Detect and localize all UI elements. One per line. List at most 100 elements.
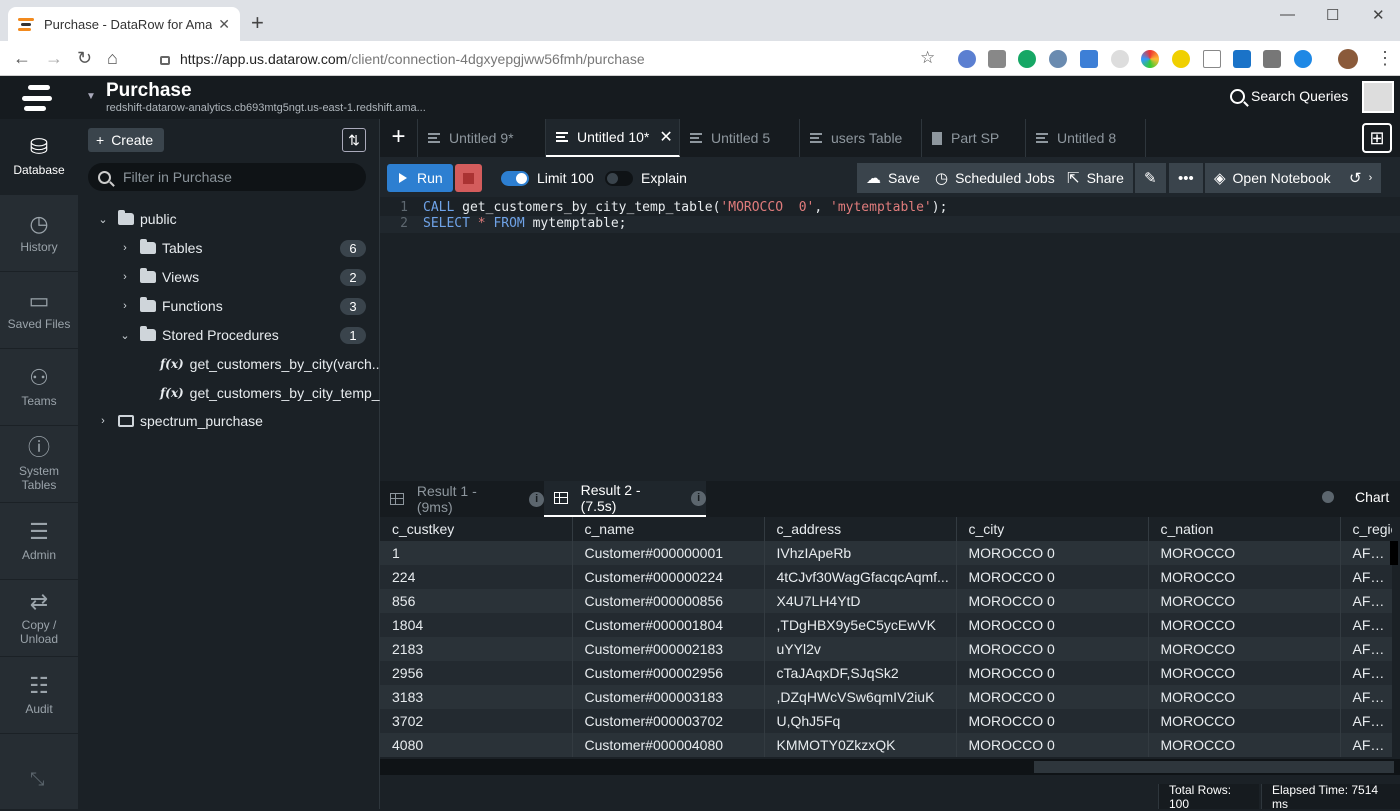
table-cell[interactable]: AFRICA bbox=[1340, 541, 1392, 565]
window-close-icon[interactable]: ✕ bbox=[1372, 6, 1385, 24]
connection-title[interactable]: Purchase bbox=[106, 80, 192, 102]
rail-item-saved-files[interactable]: ▭ Saved Files bbox=[0, 273, 78, 349]
info-icon[interactable]: i bbox=[529, 492, 544, 507]
chart-button[interactable]: Chart bbox=[1355, 489, 1389, 505]
format-wand-button[interactable]: ✎ bbox=[1135, 163, 1167, 193]
collapse-icon[interactable]: ⤡ bbox=[30, 769, 44, 790]
extension-icon[interactable] bbox=[958, 50, 976, 68]
table-cell[interactable]: AFRICA bbox=[1340, 637, 1392, 661]
table-cell[interactable]: MOROCCO 0 bbox=[956, 541, 1148, 565]
table-cell[interactable]: AFRICA bbox=[1340, 709, 1392, 733]
extension-icon[interactable] bbox=[988, 50, 1006, 68]
table-row[interactable]: 2956Customer#000002956cTaJAqxDF,SJqSk2MO… bbox=[380, 661, 1392, 685]
rail-item-teams[interactable]: ⚇ Teams bbox=[0, 350, 78, 426]
scheduled-jobs-button[interactable]: ◷ Scheduled Jobs bbox=[926, 163, 1065, 193]
datarow-logo[interactable] bbox=[22, 85, 56, 111]
home-icon[interactable]: ⌂ bbox=[107, 48, 118, 68]
rail-item-audit[interactable]: ☷ Audit bbox=[0, 658, 78, 734]
bookmark-star-icon[interactable]: ☆ bbox=[920, 48, 935, 68]
table-row[interactable]: 1804Customer#000001804,TDgHBX9y5eC5ycEwV… bbox=[380, 613, 1392, 637]
table-cell[interactable]: MOROCCO bbox=[1148, 613, 1340, 637]
rail-item-admin[interactable]: ☰ Admin bbox=[0, 504, 78, 580]
browser-menu-icon[interactable]: ⋮ bbox=[1376, 48, 1394, 69]
share-button[interactable]: ⇱ Share bbox=[1058, 163, 1134, 193]
table-row[interactable]: 3702Customer#000003702U,QhJ5FqMOROCCO 0M… bbox=[380, 709, 1392, 733]
table-cell[interactable]: AFRICA bbox=[1340, 565, 1392, 589]
table-cell[interactable]: X4U7LH4YtD bbox=[764, 589, 956, 613]
extension-icon[interactable] bbox=[1111, 50, 1129, 68]
table-cell[interactable]: 856 bbox=[380, 589, 572, 613]
run-button[interactable]: Run bbox=[387, 164, 453, 192]
color-picker-icon[interactable] bbox=[1141, 50, 1159, 68]
table-cell[interactable]: Customer#000000001 bbox=[572, 541, 764, 565]
table-cell[interactable]: 224 bbox=[380, 565, 572, 589]
tree-procedure[interactable]: f(x) get_customers_by_city(varch... bbox=[160, 352, 383, 376]
extension-icon[interactable] bbox=[1172, 50, 1190, 68]
table-cell[interactable]: Customer#000002183 bbox=[572, 637, 764, 661]
table-cell[interactable]: MOROCCO bbox=[1148, 661, 1340, 685]
table-cell[interactable]: MOROCCO bbox=[1148, 589, 1340, 613]
table-cell[interactable]: MOROCCO bbox=[1148, 637, 1340, 661]
table-cell[interactable]: Customer#000002956 bbox=[572, 661, 764, 685]
rail-item-copy-unload[interactable]: ⇄ Copy / Unload bbox=[0, 581, 78, 657]
add-tab-button[interactable]: + bbox=[380, 119, 418, 157]
table-cell[interactable]: Customer#000004080 bbox=[572, 733, 764, 757]
table-cell[interactable]: U,QhJ5Fq bbox=[764, 709, 956, 733]
table-cell[interactable]: AFRICA bbox=[1340, 589, 1392, 613]
table-cell[interactable]: MOROCCO 0 bbox=[956, 589, 1148, 613]
table-cell[interactable]: AFRICA bbox=[1340, 613, 1392, 637]
maximize-icon[interactable]: ☐ bbox=[1326, 6, 1339, 24]
rail-item-system-tables[interactable]: ⓘ System Tables bbox=[0, 427, 78, 503]
table-row[interactable]: 856Customer#000000856X4U7LH4YtDMOROCCO 0… bbox=[380, 589, 1392, 613]
tree-schema-spectrum[interactable]: › spectrum_purchase bbox=[96, 409, 263, 433]
layout-grid-icon[interactable]: ⊞ bbox=[1362, 123, 1392, 153]
search-queries-button[interactable]: Search Queries bbox=[1230, 88, 1348, 104]
tab-untitled-5[interactable]: Untitled 5 bbox=[680, 119, 800, 157]
column-header[interactable]: c_city bbox=[956, 517, 1148, 541]
reload-icon[interactable]: ↻ bbox=[77, 48, 92, 68]
create-button[interactable]: + Create bbox=[88, 128, 164, 152]
column-header[interactable]: c_address bbox=[764, 517, 956, 541]
table-cell[interactable]: KMMOTY0ZkzxQK bbox=[764, 733, 956, 757]
table-cell[interactable]: 4080 bbox=[380, 733, 572, 757]
table-cell[interactable]: MOROCCO 0 bbox=[956, 613, 1148, 637]
stop-button[interactable] bbox=[455, 164, 482, 192]
extension-icon[interactable] bbox=[1049, 50, 1067, 68]
minimize-icon[interactable]: — bbox=[1280, 6, 1295, 23]
vertical-scrollbar[interactable] bbox=[1390, 541, 1398, 565]
table-cell[interactable]: MOROCCO 0 bbox=[956, 637, 1148, 661]
tab-untitled-8[interactable]: Untitled 8 bbox=[1026, 119, 1146, 157]
tab-part-sp[interactable]: Part SP bbox=[922, 119, 1026, 157]
extension-icon[interactable] bbox=[1263, 50, 1281, 68]
table-cell[interactable]: MOROCCO bbox=[1148, 733, 1340, 757]
table-cell[interactable]: Customer#000003702 bbox=[572, 709, 764, 733]
table-cell[interactable]: MOROCCO 0 bbox=[956, 685, 1148, 709]
tree-views[interactable]: › Views bbox=[118, 265, 199, 289]
table-cell[interactable]: 1 bbox=[380, 541, 572, 565]
forward-icon[interactable]: → bbox=[45, 48, 63, 68]
table-cell[interactable]: 3183 bbox=[380, 685, 572, 709]
table-cell[interactable]: AFRICA bbox=[1340, 661, 1392, 685]
table-cell[interactable]: 2183 bbox=[380, 637, 572, 661]
table-row[interactable]: 3183Customer#000003183,DZqHWcVSw6qmIV2iu… bbox=[380, 685, 1392, 709]
user-avatar[interactable] bbox=[1362, 81, 1394, 113]
table-cell[interactable]: AFRICA bbox=[1340, 685, 1392, 709]
table-cell[interactable]: 4tCJvf30WagGfacqcAqmf... bbox=[764, 565, 956, 589]
tree-functions[interactable]: › Functions bbox=[118, 294, 223, 318]
table-cell[interactable]: MOROCCO 0 bbox=[956, 565, 1148, 589]
table-cell[interactable]: MOROCCO 0 bbox=[956, 709, 1148, 733]
table-cell[interactable]: Customer#000000224 bbox=[572, 565, 764, 589]
table-cell[interactable]: MOROCCO 0 bbox=[956, 661, 1148, 685]
extension-icon[interactable] bbox=[1203, 50, 1221, 68]
tab-untitled-9[interactable]: Untitled 9* bbox=[418, 119, 546, 157]
column-header[interactable]: c_region bbox=[1340, 517, 1392, 541]
rail-item-database[interactable]: ⛁ Database bbox=[0, 119, 78, 195]
tree-procedure[interactable]: f(x) get_customers_by_city_temp_... bbox=[160, 381, 391, 405]
table-cell[interactable]: cTaJAqxDF,SJqSk2 bbox=[764, 661, 956, 685]
extension-icon[interactable] bbox=[1294, 50, 1312, 68]
browser-tab[interactable]: Purchase - DataRow for Amazon ✕ bbox=[8, 7, 240, 41]
table-cell[interactable]: MOROCCO bbox=[1148, 709, 1340, 733]
history-dropdown-button[interactable]: ↺ › bbox=[1340, 163, 1382, 193]
table-cell[interactable]: ,DZqHWcVSw6qmIV2iuK bbox=[764, 685, 956, 709]
table-cell[interactable]: MOROCCO bbox=[1148, 541, 1340, 565]
